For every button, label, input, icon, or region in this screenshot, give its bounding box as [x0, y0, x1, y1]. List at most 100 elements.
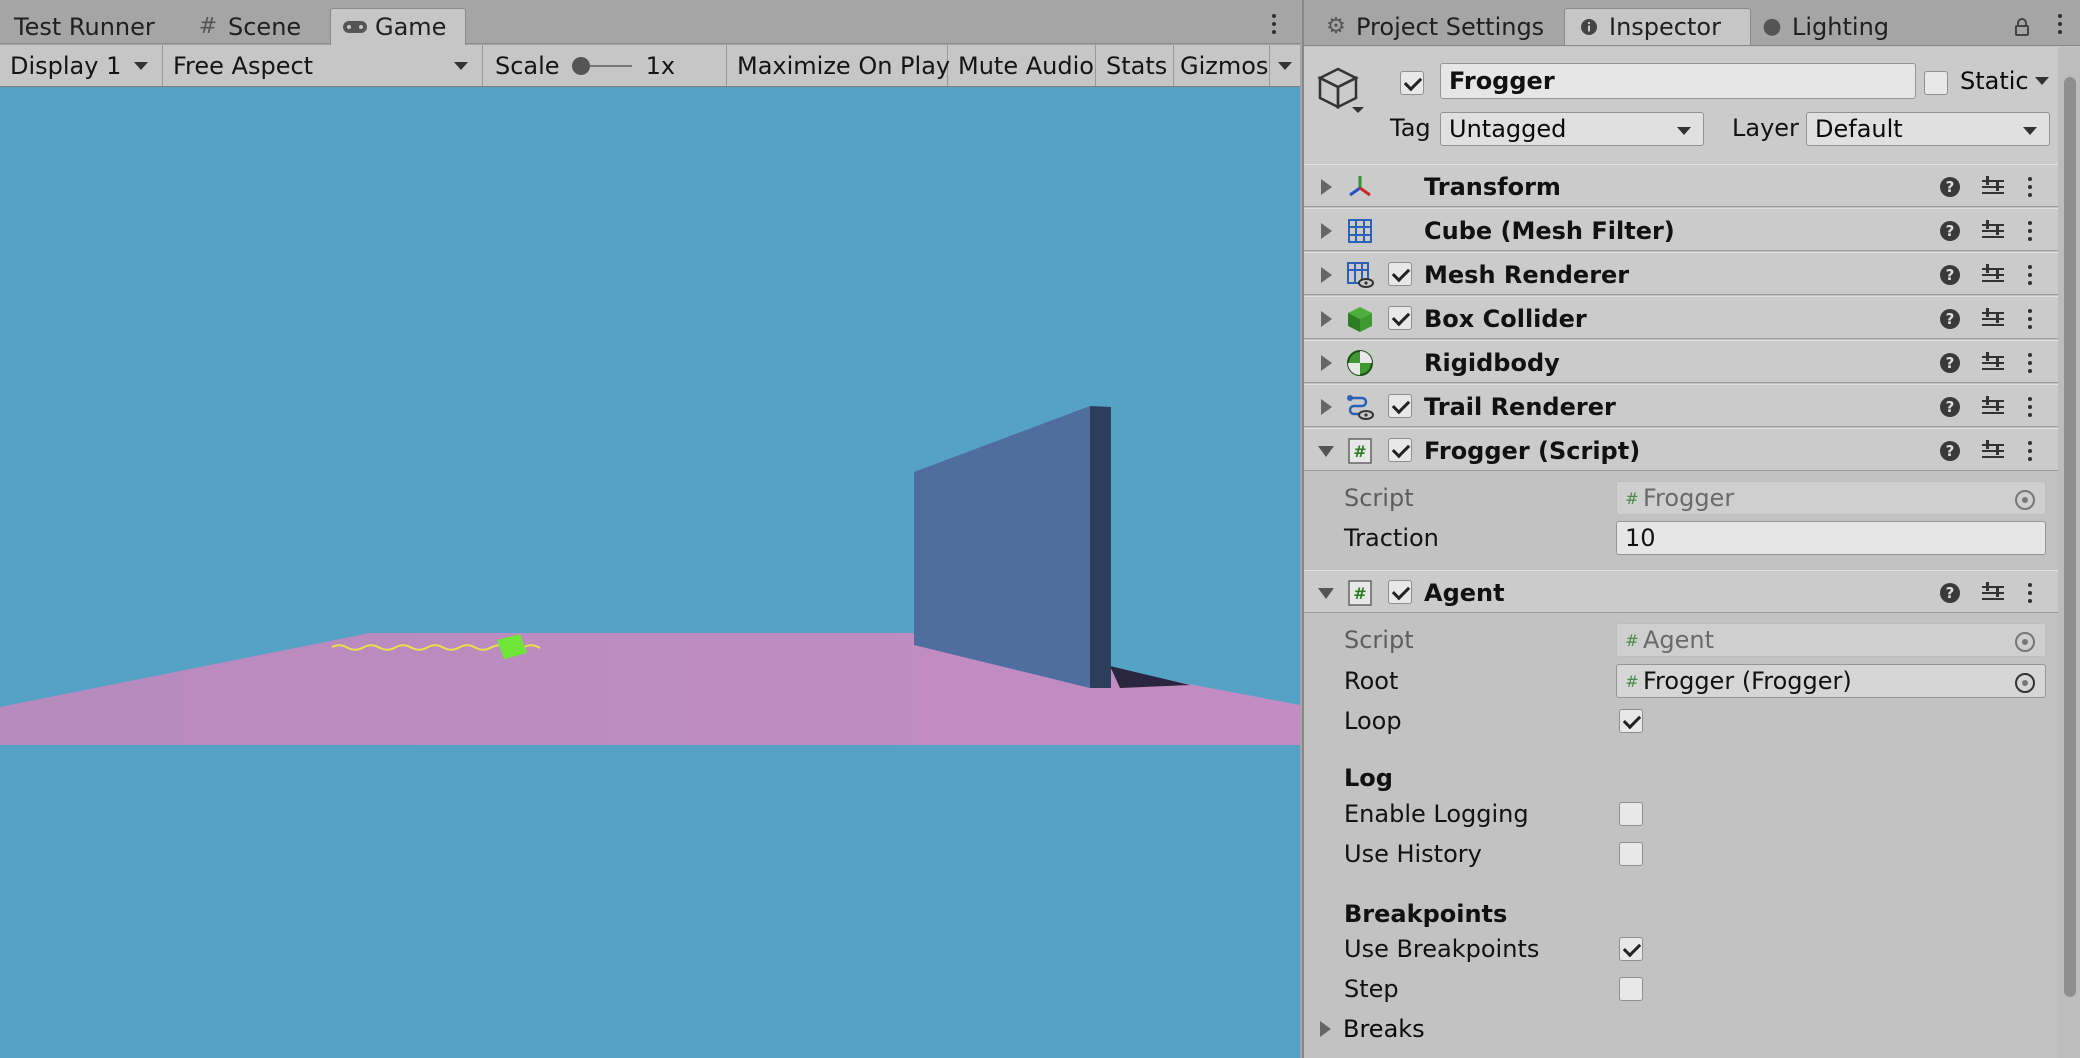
script-field[interactable]: # Frogger: [1616, 481, 2046, 515]
layer-dropdown[interactable]: Default: [1806, 112, 2050, 146]
scale-value: 1x: [645, 51, 676, 80]
foldout-arrow-icon[interactable]: [1321, 179, 1332, 195]
tab-inspector[interactable]: Inspector: [1564, 8, 1751, 45]
foldout-arrow-icon[interactable]: [1321, 399, 1332, 415]
foldout-arrow-icon[interactable]: [1321, 223, 1332, 239]
object-picker-icon[interactable]: [2015, 632, 2035, 652]
breaks-label: Breaks: [1343, 1015, 1425, 1043]
component-box-collider[interactable]: Box Collider ?: [1304, 296, 2058, 339]
component-menu-icon[interactable]: [2024, 177, 2036, 197]
bulb-icon: ●: [1762, 14, 1782, 39]
scrollbar-thumb[interactable]: [2064, 77, 2076, 997]
component-rigidbody[interactable]: Rigidbody ?: [1304, 340, 2058, 383]
help-icon[interactable]: ?: [1940, 221, 1960, 241]
enable-logging-label: Enable Logging: [1344, 800, 1529, 828]
tab-lighting[interactable]: ● Lighting: [1748, 8, 1899, 45]
preset-icon[interactable]: [1982, 176, 2004, 198]
component-menu-icon[interactable]: [2024, 353, 2036, 373]
tag-dropdown[interactable]: Untagged: [1440, 112, 1704, 146]
display-dropdown[interactable]: Display 1: [0, 45, 163, 86]
panel-menu-icon[interactable]: [2054, 14, 2066, 34]
component-menu-icon[interactable]: [2024, 397, 2036, 417]
help-icon[interactable]: ?: [1940, 397, 1960, 417]
breaks-foldout[interactable]: Breaks: [1320, 1011, 1425, 1047]
component-mesh-filter[interactable]: Cube (Mesh Filter) ?: [1304, 208, 2058, 251]
tab-game[interactable]: Game: [330, 8, 466, 45]
component-name: Trail Renderer: [1424, 392, 1616, 421]
use-history-checkbox[interactable]: [1619, 842, 1643, 866]
help-icon[interactable]: ?: [1940, 265, 1960, 285]
breakpoints-section-header: Breakpoints: [1344, 900, 1508, 928]
chevron-down-icon: [454, 62, 468, 70]
gizmos-toggle[interactable]: Gizmos: [1174, 45, 1270, 86]
traction-field[interactable]: 10: [1616, 521, 2046, 555]
scale-slider-thumb[interactable]: [571, 56, 590, 75]
loop-checkbox[interactable]: [1619, 709, 1643, 733]
preset-icon[interactable]: [1982, 308, 2004, 330]
lock-icon[interactable]: [2014, 14, 2030, 36]
object-picker-icon[interactable]: [2015, 673, 2035, 693]
tab-project-settings[interactable]: ⚙ Project Settings: [1312, 8, 1554, 45]
scale-slider[interactable]: [571, 56, 632, 76]
tab-test-runner[interactable]: Test Runner: [4, 8, 165, 45]
maximize-on-play-toggle[interactable]: Maximize On Play: [727, 45, 950, 86]
component-name: Agent: [1424, 578, 1505, 607]
scale-control[interactable]: Scale 1x: [483, 45, 727, 86]
static-checkbox[interactable]: [1924, 71, 1948, 95]
component-name: Rigidbody: [1424, 348, 1560, 377]
active-checkbox[interactable]: [1400, 71, 1424, 95]
component-enabled-checkbox[interactable]: [1388, 306, 1412, 330]
foldout-arrow-icon[interactable]: [1321, 311, 1332, 327]
component-menu-icon[interactable]: [2024, 309, 2036, 329]
mute-audio-toggle[interactable]: Mute Audio: [948, 45, 1096, 86]
preset-icon[interactable]: [1982, 396, 2004, 418]
component-enabled-checkbox[interactable]: [1388, 262, 1412, 286]
preset-icon[interactable]: [1982, 220, 2004, 242]
static-dropdown[interactable]: Static: [1960, 65, 2049, 97]
panel-menu-icon[interactable]: [1268, 14, 1280, 34]
component-mesh-renderer[interactable]: Mesh Renderer ?: [1304, 252, 2058, 295]
component-frogger-script[interactable]: # Frogger (Script) ?: [1304, 428, 2058, 471]
inspector-scrollbar[interactable]: [2058, 47, 2080, 1058]
preset-icon[interactable]: [1982, 440, 2004, 462]
gizmos-dropdown[interactable]: [1270, 45, 1300, 86]
component-name: Mesh Renderer: [1424, 260, 1630, 289]
foldout-arrow-icon[interactable]: [1318, 446, 1334, 457]
help-icon[interactable]: ?: [1940, 583, 1960, 603]
help-icon[interactable]: ?: [1940, 353, 1960, 373]
object-name-field[interactable]: Frogger: [1440, 63, 1916, 99]
step-label: Step: [1344, 975, 1399, 1003]
component-menu-icon[interactable]: [2024, 583, 2036, 603]
component-enabled-checkbox[interactable]: [1388, 438, 1412, 462]
stats-toggle[interactable]: Stats: [1096, 45, 1174, 86]
agent-script-field[interactable]: # Agent: [1616, 623, 2046, 657]
aspect-dropdown[interactable]: Free Aspect: [163, 45, 483, 86]
foldout-arrow-icon[interactable]: [1318, 588, 1334, 599]
component-menu-icon[interactable]: [2024, 265, 2036, 285]
agent-script-label: Script: [1344, 626, 1414, 654]
enable-logging-checkbox[interactable]: [1619, 802, 1643, 826]
object-picker-icon[interactable]: [2015, 490, 2035, 510]
preset-icon[interactable]: [1982, 352, 2004, 374]
component-menu-icon[interactable]: [2024, 441, 2036, 461]
component-menu-icon[interactable]: [2024, 221, 2036, 241]
foldout-arrow-icon[interactable]: [1321, 267, 1332, 283]
tab-scene[interactable]: # Scene: [184, 8, 311, 45]
component-enabled-checkbox[interactable]: [1388, 580, 1412, 604]
help-icon[interactable]: ?: [1940, 441, 1960, 461]
preset-icon[interactable]: [1982, 582, 2004, 604]
component-agent[interactable]: # Agent ?: [1304, 570, 2058, 613]
preset-icon[interactable]: [1982, 264, 2004, 286]
help-icon[interactable]: ?: [1940, 177, 1960, 197]
step-checkbox[interactable]: [1619, 977, 1643, 1001]
component-trail-renderer[interactable]: Trail Renderer ?: [1304, 384, 2058, 427]
component-transform[interactable]: Transform ?: [1304, 164, 2058, 207]
use-breakpoints-checkbox[interactable]: [1619, 937, 1643, 961]
component-enabled-checkbox[interactable]: [1388, 394, 1412, 418]
tag-value: Untagged: [1449, 115, 1567, 143]
root-field[interactable]: # Frogger (Frogger): [1616, 664, 2046, 698]
foldout-arrow-icon[interactable]: [1321, 355, 1332, 371]
game-viewport[interactable]: [0, 87, 1300, 1058]
help-icon[interactable]: ?: [1940, 309, 1960, 329]
chevron-down-icon: [1677, 127, 1691, 135]
